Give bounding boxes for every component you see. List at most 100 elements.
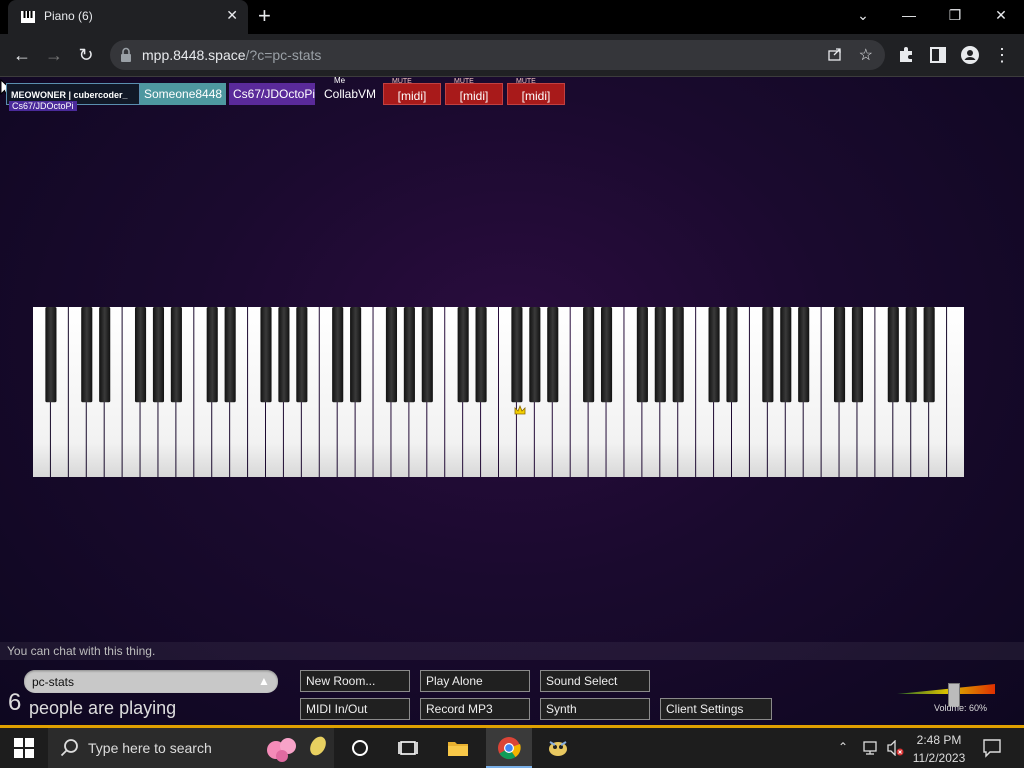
app-taskbar-icon[interactable] — [546, 736, 570, 760]
piano-keyboard[interactable] — [33, 307, 965, 477]
restore-icon[interactable]: ❐ — [932, 0, 978, 30]
black-key[interactable] — [708, 307, 720, 403]
record-mp3-button[interactable]: Record MP3 — [420, 698, 530, 720]
black-key[interactable] — [45, 307, 57, 403]
extensions-icon[interactable] — [896, 45, 916, 65]
black-key[interactable] — [332, 307, 344, 403]
black-key[interactable] — [833, 307, 846, 403]
reload-icon[interactable]: ↻ — [74, 43, 98, 67]
notifications-icon[interactable] — [982, 738, 1002, 758]
show-hidden-icons-icon[interactable]: ⌃ — [838, 740, 848, 754]
minimize-icon[interactable]: — — [886, 0, 932, 30]
user-name: [midi] — [521, 89, 551, 103]
black-key[interactable] — [475, 307, 487, 403]
volume-slider[interactable] — [897, 682, 995, 696]
black-key[interactable] — [152, 307, 165, 403]
user-tag-midi-1[interactable]: MUTE [midi] — [383, 78, 441, 105]
chrome-icon — [498, 737, 521, 760]
taskbar-search-box[interactable]: Type here to search — [48, 728, 334, 768]
black-key[interactable] — [350, 307, 362, 403]
back-icon[interactable]: ← — [10, 43, 34, 67]
bookmark-star-icon[interactable]: ☆ — [859, 45, 873, 65]
forward-icon[interactable]: → — [42, 43, 66, 67]
white-key[interactable] — [947, 307, 964, 477]
black-key[interactable] — [278, 307, 290, 403]
client-settings-button[interactable]: Client Settings — [660, 698, 772, 720]
new-room-button[interactable]: New Room... — [300, 670, 410, 692]
black-key[interactable] — [780, 307, 792, 403]
close-tab-icon[interactable]: ✕ — [226, 7, 238, 24]
black-key[interactable] — [726, 307, 738, 403]
side-panel-icon[interactable] — [928, 45, 948, 65]
black-key[interactable] — [887, 307, 899, 403]
volume-label: Volume: 60% — [934, 703, 988, 713]
task-view-icon[interactable] — [396, 736, 420, 760]
black-key[interactable] — [206, 307, 218, 403]
volume-muted-icon[interactable] — [886, 740, 906, 756]
url-path: /?c=pc-stats — [245, 47, 322, 63]
black-key[interactable] — [260, 307, 272, 403]
midi-inout-button[interactable]: MIDI In/Out — [300, 698, 410, 720]
players-label: people are playing — [29, 698, 177, 718]
user-tag-midi-3[interactable]: MUTE [midi] — [507, 78, 565, 105]
black-key[interactable] — [672, 307, 684, 403]
sound-select-button[interactable]: Sound Select — [540, 670, 650, 692]
user-name: [midi] — [397, 89, 427, 103]
user-tag-someone8448[interactable]: Someone8448 — [140, 83, 226, 105]
play-alone-button[interactable]: Play Alone — [420, 670, 530, 692]
black-key[interactable] — [457, 307, 469, 403]
user-tag-midi-2[interactable]: MUTE [midi] — [445, 78, 503, 105]
black-key[interactable] — [762, 307, 774, 403]
black-key[interactable] — [851, 307, 864, 403]
black-key[interactable] — [134, 307, 147, 403]
taskbar-clock[interactable]: 2:48 PM 11/2/2023 — [912, 731, 966, 767]
clock-time: 2:48 PM — [916, 733, 962, 747]
network-icon[interactable] — [862, 740, 880, 756]
windows-start-icon[interactable] — [14, 738, 34, 758]
menu-dots-icon[interactable]: ⋮ — [990, 43, 1014, 67]
mute-label: MUTE — [392, 78, 412, 85]
tab-search-chevron-icon[interactable]: ⌄ — [840, 0, 886, 30]
crown-icon — [514, 405, 526, 415]
url-text: mpp.8448.space/?c=pc-stats — [142, 47, 321, 63]
black-key[interactable] — [224, 307, 236, 403]
black-key[interactable] — [636, 307, 648, 403]
black-key[interactable] — [99, 307, 111, 403]
black-key[interactable] — [547, 307, 559, 403]
black-key[interactable] — [600, 307, 613, 403]
lock-icon — [121, 47, 131, 62]
black-key[interactable] — [385, 307, 398, 403]
user-tag-collabvm[interactable]: Me CollabVM — [320, 77, 376, 105]
black-key[interactable] — [798, 307, 810, 403]
close-window-icon[interactable]: ✕ — [978, 0, 1024, 30]
url-host: mpp.8448.space — [142, 47, 246, 63]
black-key[interactable] — [403, 307, 415, 403]
profile-avatar-icon[interactable] — [960, 45, 980, 65]
chrome-taskbar-button[interactable] — [486, 728, 532, 768]
me-label: Me — [334, 77, 346, 85]
black-key[interactable] — [81, 307, 93, 403]
black-key[interactable] — [583, 307, 595, 403]
new-tab-icon[interactable]: + — [258, 4, 271, 28]
user-tag-cs67[interactable]: Cs67/JDOctoPi — [229, 83, 315, 105]
cortana-icon[interactable] — [348, 736, 372, 760]
black-key[interactable] — [923, 307, 935, 403]
black-key[interactable] — [421, 307, 433, 403]
chevron-up-icon[interactable]: ▲ — [256, 673, 272, 689]
synth-button[interactable]: Synth — [540, 698, 650, 720]
file-explorer-icon[interactable] — [446, 736, 470, 760]
tab-title: Piano (6) — [44, 9, 93, 23]
black-key[interactable] — [511, 307, 523, 403]
black-key[interactable] — [529, 307, 541, 403]
tab-piano[interactable]: Piano (6) ✕ — [8, 0, 248, 34]
black-key[interactable] — [905, 307, 917, 403]
black-key[interactable] — [170, 307, 182, 403]
address-bar[interactable]: mpp.8448.space/?c=pc-stats ☆ — [110, 40, 885, 70]
room-selector[interactable]: pc-stats ▲ — [24, 670, 278, 693]
share-icon[interactable] — [827, 46, 843, 62]
player-count: 6 — [8, 689, 22, 716]
piano-keys[interactable] — [33, 307, 965, 477]
black-key[interactable] — [296, 307, 308, 403]
search-highlight-flowers-icon — [267, 736, 326, 762]
black-key[interactable] — [654, 307, 666, 403]
